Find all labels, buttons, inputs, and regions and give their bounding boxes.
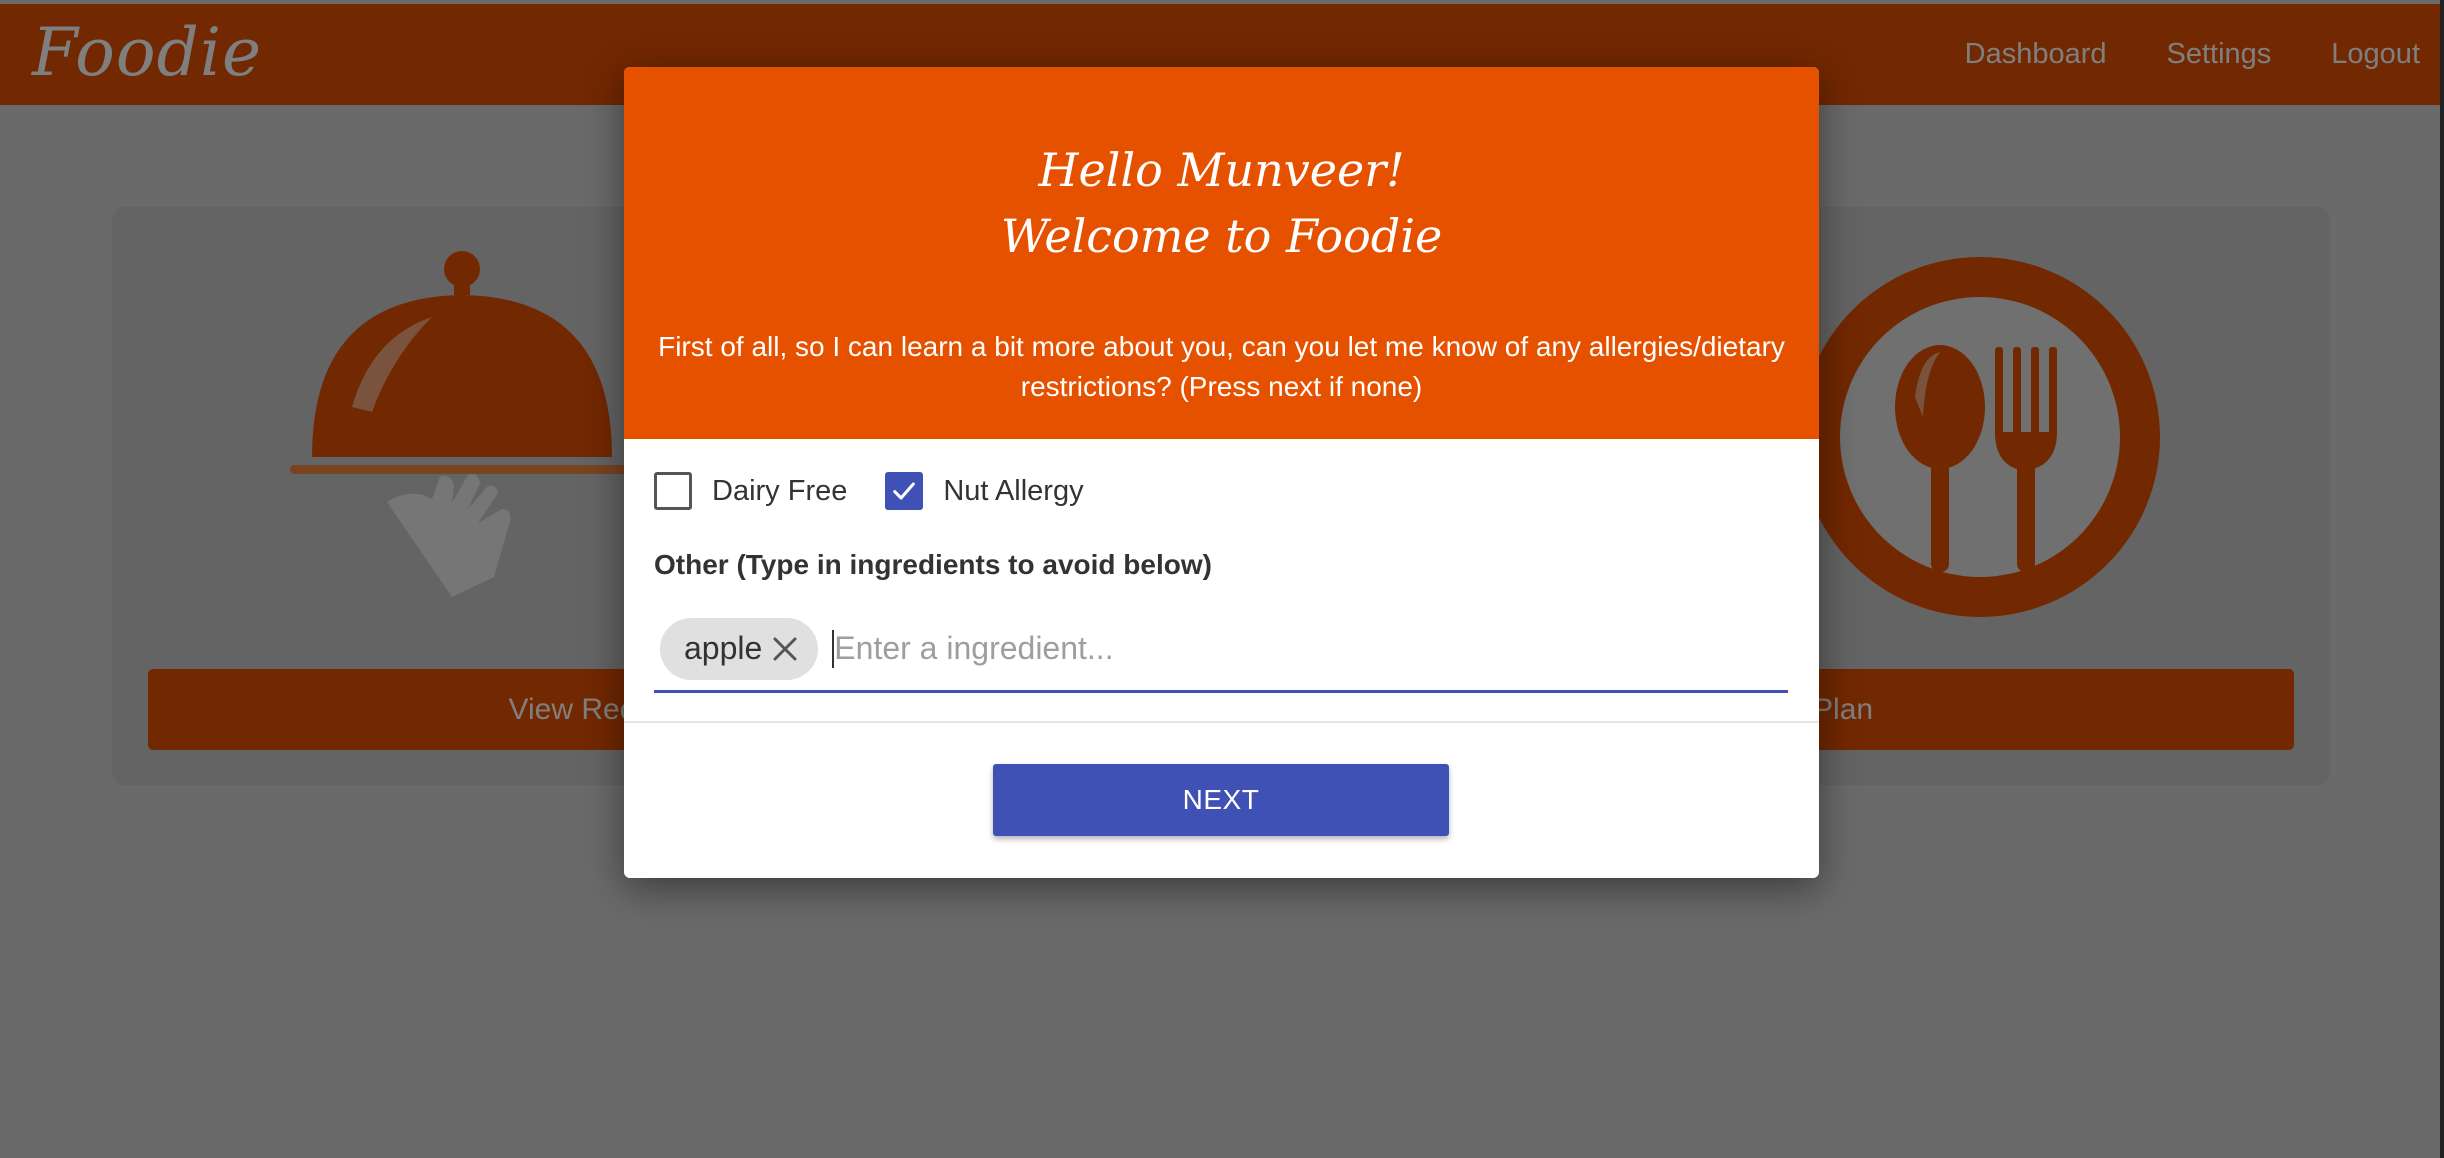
- nut-allergy-checkbox[interactable]: [885, 472, 924, 510]
- onboarding-dialog: Hello Munveer! Welcome to Foodie First o…: [624, 67, 1819, 878]
- next-button[interactable]: NEXT: [993, 764, 1449, 836]
- ingredient-chip-label: apple: [684, 630, 763, 666]
- dialog-greeting: Hello Munveer! Welcome to Foodie: [624, 137, 1819, 269]
- dialog-header: Hello Munveer! Welcome to Foodie First o…: [624, 67, 1819, 439]
- nut-allergy-label: Nut Allergy: [943, 474, 1084, 507]
- dialog-intro-text: First of all, so I can learn a bit more …: [658, 331, 1785, 402]
- chip-remove-button[interactable]: [768, 632, 802, 666]
- nut-allergy-option[interactable]: Nut Allergy: [885, 472, 1084, 510]
- greeting-line-2: Welcome to Foodie: [1000, 209, 1443, 263]
- ingredient-chip: apple: [660, 617, 819, 680]
- close-icon: [773, 637, 797, 660]
- ingredient-chip-input[interactable]: apple: [654, 607, 1788, 693]
- text-caret: [832, 630, 834, 668]
- dairy-free-checkbox[interactable]: [654, 472, 692, 510]
- ingredient-text-input[interactable]: [834, 630, 1735, 667]
- window-edge: [2440, 0, 2444, 1158]
- greeting-line-1: Hello Munveer!: [1038, 143, 1405, 197]
- check-icon: [893, 482, 916, 500]
- dairy-free-option[interactable]: Dairy Free: [654, 472, 847, 510]
- other-ingredients-label: Other (Type in ingredients to avoid belo…: [654, 549, 1212, 580]
- dialog-divider: [624, 721, 1819, 723]
- dairy-free-label: Dairy Free: [712, 474, 848, 507]
- dietary-options: Dairy Free Nut Allergy: [654, 472, 1122, 510]
